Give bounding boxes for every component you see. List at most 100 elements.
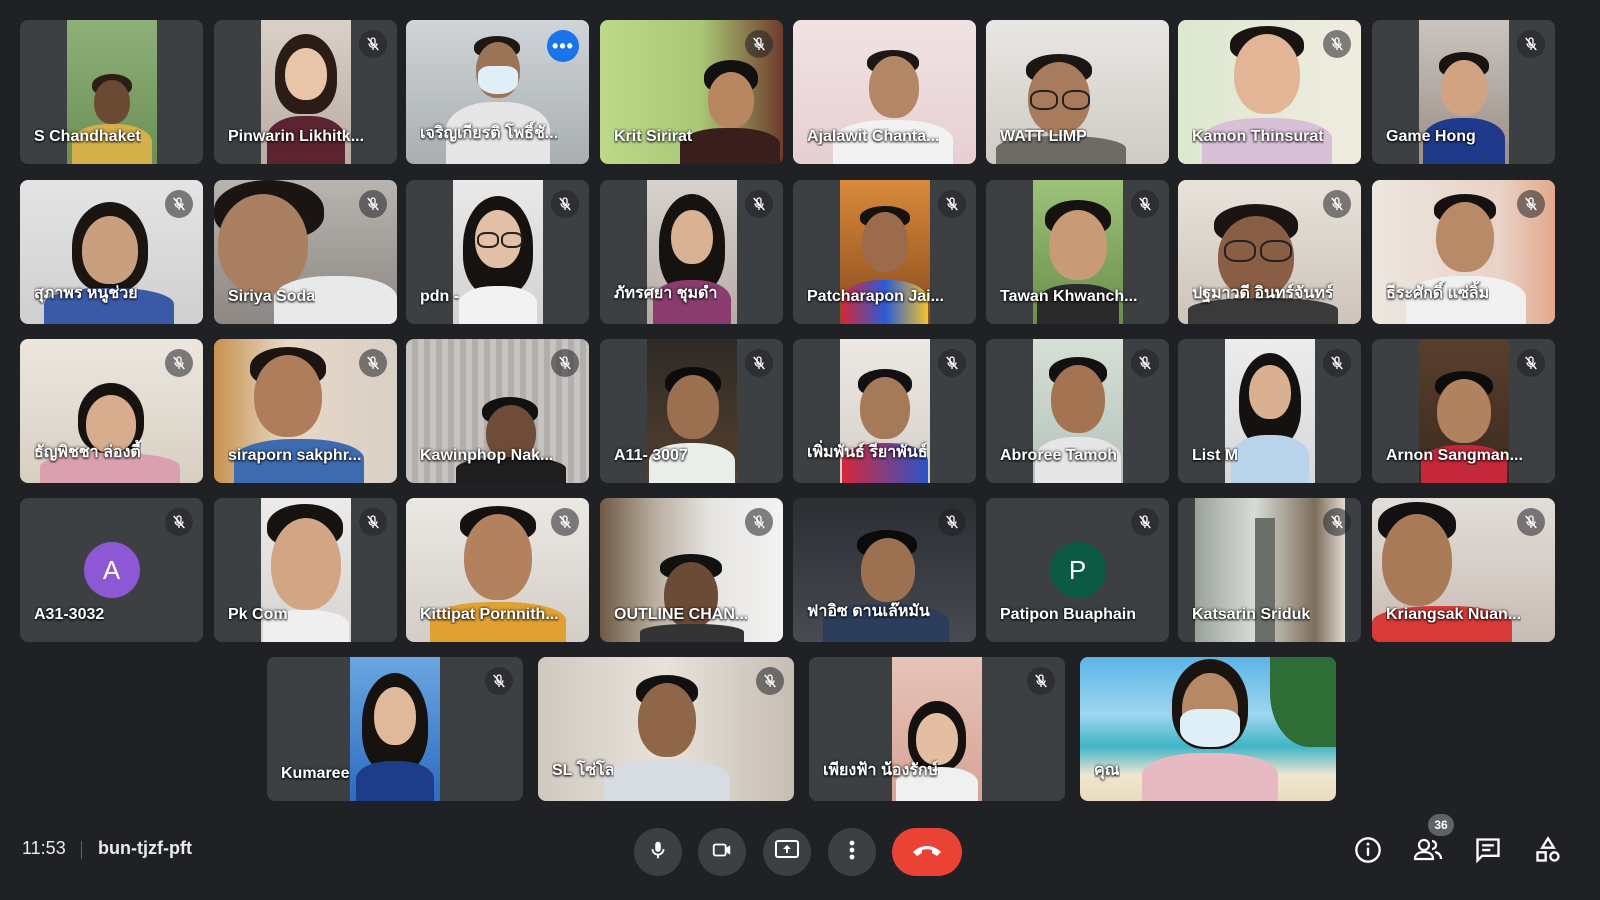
mic-off-icon xyxy=(1517,508,1545,536)
participant-tile[interactable]: Arnon Sangman... xyxy=(1372,339,1555,483)
participant-tile[interactable]: P Patipon Buaphain xyxy=(986,498,1169,642)
participant-tile[interactable]: Kittipat Pornnith... xyxy=(406,498,589,642)
participant-name: เพิ่มพันธ์ รียาพันธ์ xyxy=(807,444,928,461)
avatar: A xyxy=(83,542,140,598)
more-vert-icon xyxy=(849,839,855,866)
participant-name: Tawan Khwanch... xyxy=(1000,288,1138,305)
participant-name: A31-3032 xyxy=(34,606,105,623)
participant-name: A11- 3007 xyxy=(614,447,688,464)
mic-off-icon xyxy=(938,190,966,218)
participant-tile[interactable]: S Chandhaket xyxy=(20,20,203,164)
mic-off-icon xyxy=(359,349,387,377)
mic-off-icon xyxy=(745,190,773,218)
present-screen-icon xyxy=(774,839,800,866)
participant-name: ภัทรศยา ชุมดำ xyxy=(614,285,718,302)
participant-tile[interactable]: เพียงฟ้า น้องรักษ์ xyxy=(809,657,1065,801)
participant-tile-active[interactable]: ••• เจริญเกียรติ โพธิ์ชั... xyxy=(406,20,589,164)
participant-name: Kawinphop Nak... xyxy=(420,447,554,464)
participant-name: Abroree Tamoh xyxy=(1000,447,1118,464)
participant-name: Kumaree xyxy=(281,765,350,782)
divider xyxy=(81,841,82,859)
mic-off-icon xyxy=(165,508,193,536)
bottom-bar: 11:53 bun-tjzf-pft 36 xyxy=(0,810,1600,900)
end-call-button[interactable] xyxy=(892,828,962,876)
participant-tile[interactable]: Abroree Tamoh xyxy=(986,339,1169,483)
participant-tile[interactable]: pdn - xyxy=(406,180,589,324)
mic-off-icon xyxy=(359,30,387,58)
participant-name: เจริญเกียรติ โพธิ์ชั... xyxy=(420,125,559,142)
participant-tile[interactable]: Kumaree xyxy=(267,657,523,801)
participant-tile[interactable]: ฟาอิซ ดานเล๊หมัน xyxy=(793,498,976,642)
mic-off-icon xyxy=(1323,508,1351,536)
mic-off-icon xyxy=(165,190,193,218)
more-options-button[interactable] xyxy=(828,828,876,876)
microphone-button[interactable] xyxy=(634,828,682,876)
participant-tile[interactable]: Siriya Soda xyxy=(214,180,397,324)
participant-tile[interactable]: Pk Com xyxy=(214,498,397,642)
mic-off-icon xyxy=(1131,349,1159,377)
participant-tile[interactable]: Tawan Khwanch... xyxy=(986,180,1169,324)
more-options-icon[interactable]: ••• xyxy=(547,30,579,62)
mic-off-icon xyxy=(745,508,773,536)
mic-off-icon xyxy=(745,30,773,58)
participant-name: เพียงฟ้า น้องรักษ์ xyxy=(823,762,939,779)
participant-tile[interactable]: A11- 3007 xyxy=(600,339,783,483)
participant-name: Kittipat Pornnith... xyxy=(420,606,559,623)
mic-off-icon xyxy=(1517,30,1545,58)
mic-off-icon xyxy=(745,349,773,377)
participant-tile[interactable]: ภัทรศยา ชุมดำ xyxy=(600,180,783,324)
participant-name: สุภาพร หนูช่วย xyxy=(34,285,138,302)
activities-button[interactable] xyxy=(1526,830,1570,874)
mic-off-icon xyxy=(1323,349,1351,377)
mic-off-icon xyxy=(938,349,966,377)
participant-tile[interactable]: SL โซ่โล xyxy=(538,657,794,801)
participant-tile[interactable]: Kriangsak Nuan... xyxy=(1372,498,1555,642)
participant-tile[interactable]: OUTLINE CHAN... xyxy=(600,498,783,642)
participant-name: Kamon Thinsurat xyxy=(1192,128,1324,145)
participant-name: Arnon Sangman... xyxy=(1386,447,1523,464)
participant-tile[interactable]: ธีระศักดิ์ แซ่ลิ้ม xyxy=(1372,180,1555,324)
participant-name: WATT LIMP xyxy=(1000,128,1087,145)
chat-icon xyxy=(1474,836,1502,869)
participant-name: S Chandhaket xyxy=(34,128,141,145)
participant-count-badge: 36 xyxy=(1428,814,1454,836)
participant-tile[interactable]: Game Hong xyxy=(1372,20,1555,164)
mic-off-icon xyxy=(1131,508,1159,536)
participant-tile[interactable]: Katsarin Sriduk xyxy=(1178,498,1361,642)
participant-tile[interactable]: WATT LIMP xyxy=(986,20,1169,164)
participant-tile[interactable]: Kamon Thinsurat xyxy=(1178,20,1361,164)
participant-name: Patipon Buaphain xyxy=(1000,606,1136,623)
avatar: P xyxy=(1049,542,1106,598)
participant-video xyxy=(350,657,440,801)
participant-name: pdn - xyxy=(420,288,460,305)
participant-name: ปฐมาวดี อินทร์จันทร์ xyxy=(1192,285,1334,302)
participant-tile[interactable]: Patcharapon Jai... xyxy=(793,180,976,324)
participant-name: siraporn sakphr... xyxy=(228,447,362,464)
mic-off-icon xyxy=(1131,190,1159,218)
participant-tile[interactable]: Krit Sirirat xyxy=(600,20,783,164)
participant-tile-self[interactable]: คุณ xyxy=(1080,657,1336,801)
mic-off-icon xyxy=(1027,667,1055,695)
participant-tile[interactable]: ธัญพิชชา ล่องตี้ xyxy=(20,339,203,483)
microphone-icon xyxy=(647,839,669,866)
mic-off-icon xyxy=(1517,349,1545,377)
participant-tile[interactable]: ปฐมาวดี อินทร์จันทร์ xyxy=(1178,180,1361,324)
present-button[interactable] xyxy=(763,828,811,876)
participant-tile[interactable]: A A31-3032 xyxy=(20,498,203,642)
participant-tile[interactable]: เพิ่มพันธ์ รียาพันธ์ xyxy=(793,339,976,483)
people-button[interactable] xyxy=(1406,830,1450,874)
participant-tile[interactable]: สุภาพร หนูช่วย xyxy=(20,180,203,324)
participant-name: ฟาอิซ ดานเล๊หมัน xyxy=(807,603,930,620)
participant-tile[interactable]: List M xyxy=(1178,339,1361,483)
info-icon xyxy=(1354,836,1382,869)
activities-icon xyxy=(1534,835,1562,869)
participant-tile[interactable]: Pinwarin Likhitk... xyxy=(214,20,397,164)
participant-tile[interactable]: Kawinphop Nak... xyxy=(406,339,589,483)
participant-tile[interactable]: Ajalawit Chanta... xyxy=(793,20,976,164)
participant-tile[interactable]: siraporn sakphr... xyxy=(214,339,397,483)
mic-off-icon xyxy=(756,667,784,695)
meeting-time: 11:53 xyxy=(22,838,66,858)
camera-button[interactable] xyxy=(698,828,746,876)
chat-button[interactable] xyxy=(1466,830,1510,874)
info-button[interactable] xyxy=(1346,830,1390,874)
